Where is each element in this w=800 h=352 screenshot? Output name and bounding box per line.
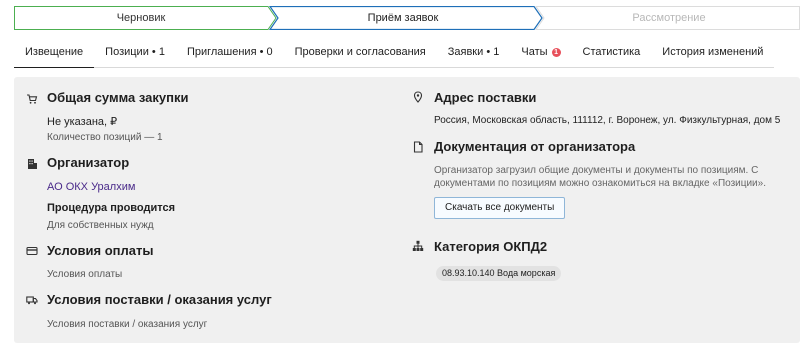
cart-icon xyxy=(26,93,38,105)
tab-notice-label: Извещение xyxy=(25,46,84,58)
tab-invitations[interactable]: Приглашения • 0 xyxy=(175,40,284,68)
delivery-value: Условия поставки / оказания услуг xyxy=(47,319,208,330)
hierarchy-icon xyxy=(412,240,424,252)
address-value: Россия, Московская область, 111112, г. В… xyxy=(434,115,781,126)
notice-panel: Общая сумма закупки Не указана, ₽ Количе… xyxy=(14,77,800,343)
map-pin-icon xyxy=(412,91,424,103)
tab-chats-label: Чаты xyxy=(521,46,548,58)
tab-positions[interactable]: Позиции • 1 xyxy=(94,40,176,68)
total-value: Не указана, ₽ xyxy=(47,116,118,128)
docs-description: Организатор загрузил общие документы и д… xyxy=(434,165,766,189)
tab-invitations-label: Приглашения • 0 xyxy=(186,46,273,58)
step-draft: Черновик xyxy=(116,12,166,24)
step-review: Рассмотрение xyxy=(632,12,706,24)
okpd-chip: 08.93.10.140 Вода морская xyxy=(436,266,562,281)
tab-chats[interactable]: Чаты 1 xyxy=(510,40,572,68)
payment-value: Условия оплаты xyxy=(47,269,123,280)
positions-count: Количество позиций — 1 xyxy=(47,132,163,143)
procurement-stepper: Черновик Приём заявок Рассмотрение xyxy=(14,6,800,30)
tab-checks-label: Проверки и согласования xyxy=(294,46,426,58)
step-accepting-bids: Приём заявок xyxy=(367,12,439,24)
organizer-heading: Организатор xyxy=(47,155,130,170)
truck-icon xyxy=(26,294,38,306)
payment-heading: Условия оплаты xyxy=(47,243,154,258)
tab-bar: Извещение Позиции • 1 Приглашения • 0 Пр… xyxy=(14,40,775,68)
tab-bids-label: Заявки • 1 xyxy=(447,46,500,58)
tab-checks[interactable]: Проверки и согласования xyxy=(283,40,437,68)
tab-bids[interactable]: Заявки • 1 xyxy=(436,40,511,68)
tab-notice[interactable]: Извещение xyxy=(14,40,95,68)
docs-heading: Документация от организатора xyxy=(434,139,636,154)
tab-history[interactable]: История изменений xyxy=(651,40,775,68)
document-icon xyxy=(412,141,424,153)
total-heading: Общая сумма закупки xyxy=(47,90,189,105)
delivery-heading: Условия поставки / оказания услуг xyxy=(47,292,272,307)
tab-statistics[interactable]: Статистика xyxy=(571,40,652,68)
tab-positions-label: Позиции • 1 xyxy=(105,46,165,58)
building-icon xyxy=(26,158,38,170)
card-icon xyxy=(26,245,38,257)
procedure-label: Процедура проводится xyxy=(47,202,176,214)
download-all-docs-button[interactable]: Скачать все документы xyxy=(434,197,566,219)
chats-unread-badge: 1 xyxy=(551,47,561,57)
organizer-link[interactable]: АО ОКХ Уралхим xyxy=(47,181,135,193)
tab-history-label: История изменений xyxy=(662,46,764,58)
procedure-value: Для собственных нужд xyxy=(47,220,154,231)
okpd-heading: Категория ОКПД2 xyxy=(434,239,548,254)
tab-statistics-label: Статистика xyxy=(582,46,641,58)
address-heading: Адрес поставки xyxy=(434,90,537,105)
